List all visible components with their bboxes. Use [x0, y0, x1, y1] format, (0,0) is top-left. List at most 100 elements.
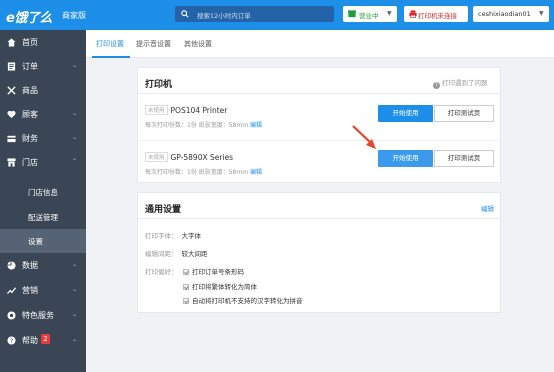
- general-settings-card: 通用设置 编辑 打印字体： 大字体 编辑间距： 较大间距 打印偏好： 打印订单号条形…: [137, 192, 501, 313]
- brand-subtitle: 商家版: [62, 11, 86, 20]
- marketing-icon: [6, 285, 16, 295]
- sidebar-item-marketing[interactable]: 营销 ⌄: [0, 278, 86, 302]
- sidebar-item-label: 数据: [22, 261, 38, 270]
- user-menu-button[interactable]: ceshixiaodian01 ▼: [473, 6, 549, 22]
- pref-label: 打印将繁体转化为简体: [192, 283, 257, 291]
- pref-label: 打印订单号条形码: [192, 268, 244, 276]
- spacing-label: 编辑间距：: [145, 250, 178, 258]
- brand-logo[interactable]: e饿了么: [6, 7, 52, 26]
- sidebar-item-data[interactable]: 数据 ⌄: [0, 253, 86, 277]
- printer-name: POS104 Printer: [170, 106, 228, 115]
- search-placeholder: 搜索12小时内订单: [197, 12, 251, 20]
- printer-row-meta: 每次打印份数：1份 纸张宽度：58mm 编辑: [145, 120, 262, 129]
- help-icon: ?: [6, 335, 16, 345]
- font-label: 打印字体：: [145, 232, 178, 240]
- preferences-label: 打印偏好：: [145, 268, 178, 276]
- printer-help-text: 打印遇到了问题: [442, 79, 488, 87]
- sidebar-subitem-store-info[interactable]: 门店信息: [0, 180, 86, 204]
- sidebar-item-label: 帮助: [22, 336, 38, 345]
- printer-status-button[interactable]: 打印机未连接: [404, 6, 468, 22]
- service-icon: [6, 310, 16, 320]
- sidebar-item-home[interactable]: 首页: [0, 30, 86, 54]
- print-test-page-button[interactable]: 打印测试页: [434, 105, 494, 122]
- font-value: 大字体: [181, 232, 202, 240]
- chevron-down-icon: ▼: [539, 10, 544, 17]
- sidebar-item-label: 配送管理: [28, 213, 58, 222]
- chevron-down-icon: ⌄: [72, 311, 78, 318]
- pref-checkbox-simplified[interactable]: 打印将繁体转化为简体: [183, 281, 257, 291]
- sidebar-item-customers[interactable]: 顾客 ⌄: [0, 102, 86, 126]
- checkbox-checked-icon: [183, 269, 189, 275]
- chevron-down-icon: ⌄: [72, 134, 78, 141]
- printer-help-link[interactable]: ? 打印遇到了问题: [433, 77, 488, 89]
- spacing-setting: 编辑间距： 较大间距: [145, 248, 208, 258]
- tab-other-settings[interactable]: 其他设置: [184, 39, 212, 49]
- sidebar-item-label: 设置: [28, 237, 43, 246]
- settings-tabs: 打印设置 提示音设置 其他设置: [86, 30, 554, 58]
- checkbox-checked-icon: [183, 284, 189, 290]
- sidebar-item-services[interactable]: 特色服务 ⌄: [0, 303, 86, 327]
- search-input[interactable]: 搜索12小时内订单: [175, 6, 334, 22]
- pref-checkbox-barcode[interactable]: 打印订单号条形码: [183, 266, 244, 276]
- business-status-button[interactable]: 营业中 ▼: [343, 6, 397, 22]
- sidebar-item-finance[interactable]: 财务 ⌄: [0, 126, 86, 150]
- top-bar: e饿了么 商家版 搜索12小时内订单 营业中 ▼ 打印机未连接 ceshixia…: [0, 0, 554, 30]
- annotation-arrow-icon: [352, 125, 376, 149]
- sidebar-item-label: 门店: [22, 158, 38, 167]
- user-name: ceshixiaodian01: [478, 10, 531, 18]
- printer-status-label: 打印机未连接: [418, 12, 457, 20]
- goods-icon: [6, 85, 16, 95]
- checkbox-checked-icon: [183, 298, 189, 304]
- general-edit-link[interactable]: 编辑: [481, 203, 494, 213]
- printer-meta-text: 每次打印份数：1份 纸张宽度：58mm: [145, 122, 249, 129]
- active-tab-indicator: [92, 56, 130, 58]
- store-icon: [6, 157, 16, 167]
- sidebar-item-label: 门店信息: [28, 188, 58, 197]
- tab-sound-settings[interactable]: 提示音设置: [136, 39, 171, 49]
- sidebar-item-label: 特色服务: [22, 311, 54, 320]
- chevron-up-icon: ⌃: [72, 158, 78, 165]
- pref-checkbox-pinyin[interactable]: 自动将打印机不支持的汉字转化为拼音: [183, 295, 303, 305]
- sidebar-subitem-settings[interactable]: 设置: [0, 229, 86, 253]
- chevron-down-icon: ▼: [387, 10, 392, 17]
- printer-status-tag: 未使用: [145, 152, 168, 162]
- font-setting: 打印字体： 大字体: [145, 230, 201, 240]
- divider: [138, 93, 500, 94]
- printer-card: 打印机 ? 打印遇到了问题 未使用 POS104 Printer 每次打印份数：1份…: [137, 67, 501, 183]
- printer-edit-link[interactable]: 编辑: [250, 169, 262, 176]
- printer-row-name: 未使用 POS104 Printer: [145, 105, 227, 115]
- sidebar-item-store[interactable]: 门店 ⌃: [0, 150, 86, 174]
- question-icon: ?: [433, 82, 440, 89]
- store-status-icon: [348, 10, 356, 18]
- svg-text:?: ?: [9, 337, 12, 344]
- printer-row-meta: 每次打印份数：1份 纸张宽度：58mm 编辑: [145, 167, 262, 176]
- tab-print-settings[interactable]: 打印设置: [96, 39, 124, 49]
- sidebar-item-orders[interactable]: 订单 ⌄: [0, 54, 86, 78]
- print-preferences: 打印偏好： 打印订单号条形码: [145, 266, 244, 276]
- printer-icon: [409, 10, 417, 18]
- print-test-page-button[interactable]: 打印测试页: [434, 150, 494, 167]
- sidebar-item-goods[interactable]: 商品: [0, 78, 86, 102]
- home-icon: [6, 37, 16, 47]
- pref-label: 自动将打印机不支持的汉字转化为拼音: [192, 297, 303, 305]
- printer-status-tag: 未使用: [145, 105, 168, 115]
- sidebar-item-label: 财务: [22, 134, 38, 143]
- sidebar-item-help[interactable]: ? 帮助 2 ⌄: [0, 328, 86, 352]
- chevron-down-icon: ⌄: [72, 336, 78, 343]
- heart-icon: [6, 109, 16, 119]
- sidebar-item-label: 营销: [22, 286, 38, 295]
- divider: [138, 218, 500, 219]
- start-using-button[interactable]: 开始使用: [378, 105, 433, 122]
- chevron-down-icon: ⌄: [72, 62, 78, 69]
- sidebar-item-label: 首页: [22, 38, 38, 47]
- business-status-label: 营业中: [359, 12, 379, 20]
- start-using-button[interactable]: 开始使用: [378, 150, 433, 167]
- divider: [138, 140, 500, 141]
- sidebar: 首页 订单 ⌄ 商品 顾客 ⌄ 财务 ⌄ 门店 ⌃ 门店信息 配送管理 设置 数…: [0, 30, 86, 372]
- printer-name: GP-5890X Series: [170, 153, 234, 162]
- sidebar-subitem-delivery[interactable]: 配送管理: [0, 205, 86, 229]
- printer-meta-text: 每次打印份数：1份 纸张宽度：58mm: [145, 169, 249, 176]
- sidebar-item-label: 顾客: [22, 110, 38, 119]
- printer-edit-link[interactable]: 编辑: [250, 122, 262, 129]
- chevron-down-icon: ⌄: [72, 286, 78, 293]
